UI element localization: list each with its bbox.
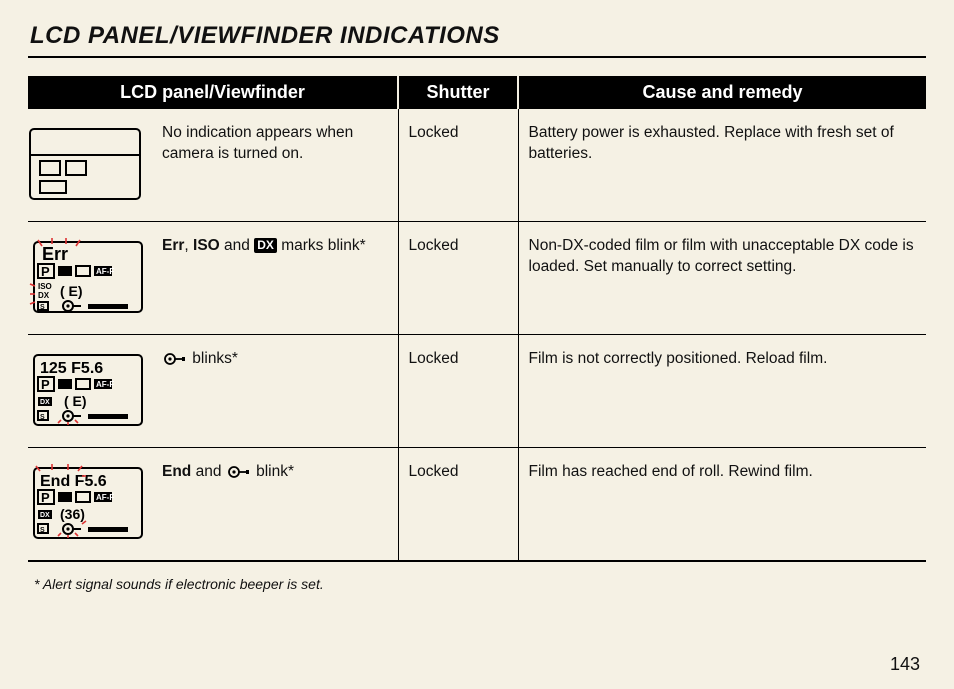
cause-remedy: Film is not correctly positioned. Reload… [518, 335, 926, 448]
lcd-description: Err, ISO and DX marks blink* [162, 236, 388, 257]
table-header-row: LCD panel/Viewfinder Shutter Cause and r… [28, 76, 926, 109]
text: , [184, 237, 193, 254]
dx-chip-icon: DX [254, 238, 277, 253]
shutter-state: Locked [398, 109, 518, 222]
title-rule [28, 56, 926, 58]
lcd-icon-blank [28, 123, 148, 203]
svg-text:( E): ( E) [64, 393, 87, 409]
lcd-description: No indication appears when camera is tur… [162, 123, 388, 165]
col-cause: Cause and remedy [518, 76, 926, 109]
svg-text:125 F5.6: 125 F5.6 [40, 360, 103, 377]
lcd-icon-cartridge-blink: 125 F5.6 P AF-F DX ( E) S [28, 349, 148, 429]
col-panel: LCD panel/Viewfinder [28, 76, 398, 109]
svg-text:ISO: ISO [38, 282, 52, 291]
text: marks blink* [277, 237, 366, 254]
table-row: End F5.6 P AF-F DX [28, 448, 926, 562]
shutter-state: Locked [398, 335, 518, 448]
svg-text:Err: Err [42, 244, 68, 264]
svg-text:( E): ( E) [60, 283, 83, 299]
indications-table: LCD panel/Viewfinder Shutter Cause and r… [28, 76, 926, 562]
text-err: Err [162, 237, 184, 254]
text-iso: ISO [193, 237, 220, 254]
text: and [191, 463, 225, 480]
shutter-state: Locked [398, 448, 518, 562]
footnote: * Alert signal sounds if electronic beep… [34, 576, 926, 592]
svg-text:AF-F: AF-F [96, 493, 114, 502]
lcd-icon-err: Err P AF-F ISO [28, 236, 148, 316]
table-row: 125 F5.6 P AF-F DX ( E) S [28, 335, 926, 448]
text: No indication appears when camera is tur… [162, 124, 353, 162]
text: and [220, 237, 254, 254]
text: blinks* [188, 350, 238, 367]
cause-remedy: Battery power is exhausted. Replace with… [518, 109, 926, 222]
svg-text:P: P [41, 490, 50, 505]
svg-text:S: S [40, 527, 45, 534]
table-row: Err P AF-F ISO [28, 222, 926, 335]
cause-remedy: Film has reached end of roll. Rewind fil… [518, 448, 926, 562]
svg-text:AF-F: AF-F [96, 267, 114, 276]
svg-text:End F5.6: End F5.6 [40, 473, 107, 490]
svg-text:P: P [41, 377, 50, 392]
lcd-description: End and blink* [162, 462, 388, 483]
page-number: 143 [890, 654, 920, 675]
shutter-state: Locked [398, 222, 518, 335]
svg-text:S: S [40, 414, 45, 421]
film-cartridge-icon [228, 466, 250, 478]
table-row: No indication appears when camera is tur… [28, 109, 926, 222]
svg-text:(36): (36) [60, 506, 85, 522]
svg-text:DX: DX [40, 399, 50, 406]
lcd-description: blinks* [162, 349, 388, 370]
col-shutter: Shutter [398, 76, 518, 109]
film-cartridge-icon [164, 353, 186, 365]
text: blink* [252, 463, 294, 480]
svg-text:S: S [40, 304, 45, 311]
svg-text:AF-F: AF-F [96, 380, 114, 389]
page-title: LCD PANEL/VIEWFINDER INDICATIONS [30, 22, 926, 50]
cause-remedy: Non-DX-coded film or film with unaccepta… [518, 222, 926, 335]
svg-text:DX: DX [40, 512, 50, 519]
lcd-icon-end: End F5.6 P AF-F DX [28, 462, 148, 542]
text-end: End [162, 463, 191, 480]
svg-text:P: P [41, 264, 50, 279]
svg-text:DX: DX [38, 291, 50, 300]
